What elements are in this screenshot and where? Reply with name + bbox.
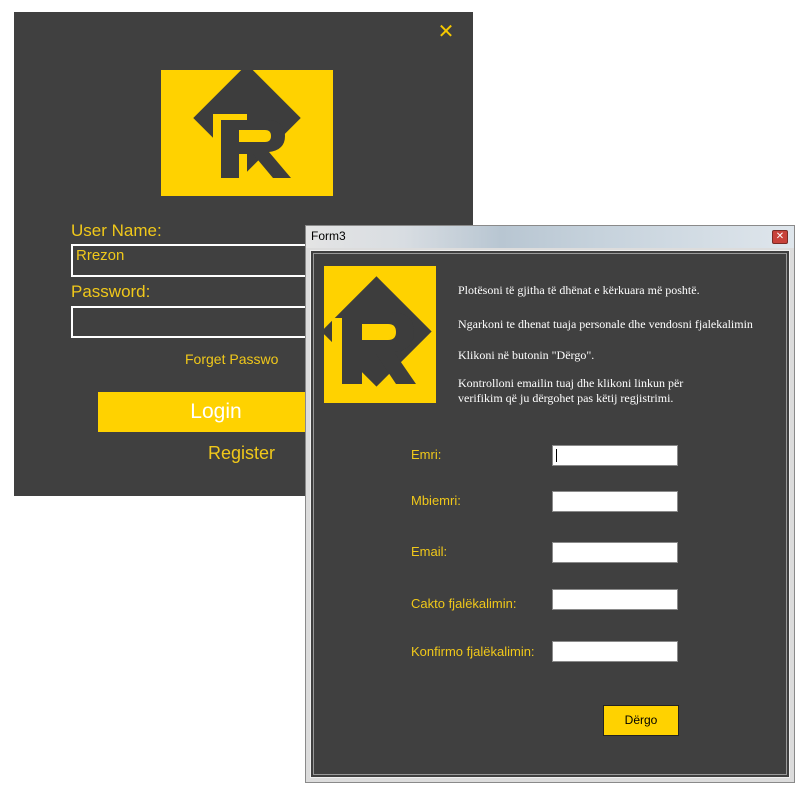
r-logo-icon — [321, 266, 436, 403]
window-title: Form3 — [311, 229, 346, 243]
form-client-area: Plotësoni të gjitha të dhënat e kërkuara… — [310, 250, 790, 778]
username-field[interactable]: Rrezon — [71, 244, 307, 277]
close-icon[interactable]: ✕ — [772, 230, 788, 244]
close-icon[interactable]: ✕ — [435, 20, 457, 42]
register-link[interactable]: Register — [208, 443, 275, 464]
password-field[interactable] — [71, 306, 307, 338]
mbiemri-label: Mbiemri: — [411, 493, 461, 508]
instruction-line: verifikim që ju dërgohet pas këtij regji… — [458, 391, 674, 405]
r-logo-icon — [161, 64, 333, 196]
email-label: Email: — [411, 544, 448, 559]
login-button[interactable]: Login — [98, 392, 334, 432]
email-field[interactable] — [552, 542, 678, 563]
submit-button[interactable]: Dërgo — [603, 705, 679, 736]
text-caret — [556, 449, 557, 462]
instruction-line: Plotësoni të gjitha të dhënat e kërkuara… — [458, 283, 700, 297]
confirm-password-field[interactable] — [552, 641, 678, 662]
instruction-line: Ngarkoni te dhenat tuaja personale dhe v… — [458, 317, 753, 331]
password-label: Password: — [71, 282, 151, 301]
emri-field[interactable] — [552, 445, 678, 466]
instruction-line: Klikoni në butonin "Dërgo". — [458, 348, 595, 362]
title-bar: Form3 ✕ — [306, 226, 794, 248]
forget-password-link[interactable]: Forget Passwo — [185, 351, 278, 367]
set-password-label: Cakto fjalëkalimin: — [411, 596, 517, 611]
confirm-password-label: Konfirmo fjalëkalimin: — [411, 644, 535, 659]
emri-label: Emri: — [411, 447, 442, 462]
form3-window: Form3 ✕ Plotësoni të gjitha të dhënat e … — [305, 225, 795, 783]
set-password-field[interactable] — [552, 589, 678, 610]
instruction-line: Kontrolloni emailin tuaj dhe klikoni lin… — [458, 376, 684, 390]
mbiemri-field[interactable] — [552, 491, 678, 512]
username-label: User Name: — [71, 221, 162, 240]
